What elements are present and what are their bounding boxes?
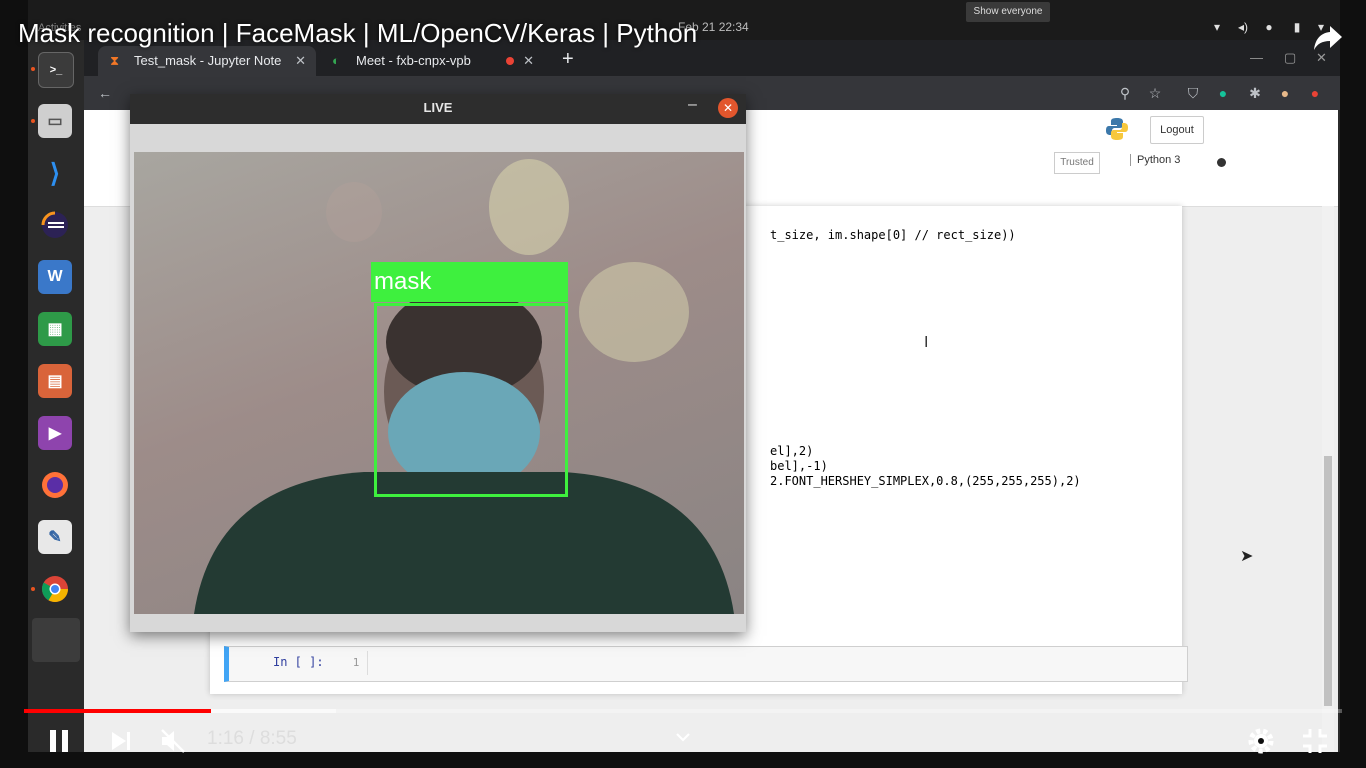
time-display: 1:16 / 8:55 <box>207 728 297 749</box>
text-cursor-icon: I <box>924 334 929 351</box>
live-window-title: LIVE <box>130 94 746 124</box>
next-icon[interactable] <box>106 726 136 756</box>
pause-icon[interactable] <box>44 726 74 756</box>
minimize-icon[interactable]: – <box>688 96 697 114</box>
empty-code-cell[interactable]: In [ ]: 1 <box>224 646 1188 682</box>
logout-button[interactable]: Logout <box>1150 116 1204 144</box>
videos-icon[interactable]: ▶ <box>38 416 72 450</box>
update-icon[interactable]: ● <box>1306 84 1324 102</box>
running-indicator <box>31 67 35 71</box>
tab-label: Test_mask - Jupyter Note <box>134 53 282 68</box>
eclipse-icon[interactable] <box>38 208 72 242</box>
wifi-icon[interactable]: ▾ <box>1210 20 1224 34</box>
close-icon[interactable]: ✕ <box>523 46 534 76</box>
progress-played <box>24 709 212 713</box>
share-icon[interactable] <box>1312 22 1344 52</box>
code-line: 2.FONT_HERSHEY_SIMPLEX,0.8,(255,255,255)… <box>770 474 1081 488</box>
battery-icon[interactable]: ▮ <box>1290 20 1304 34</box>
mic-icon[interactable]: ● <box>1262 20 1276 34</box>
close-icon[interactable]: ✕ <box>718 98 738 118</box>
mouse-pointer-icon: ➤ <box>1240 548 1254 565</box>
trusted-badge[interactable]: Trusted <box>1054 152 1100 174</box>
python-logo-icon <box>1106 118 1128 140</box>
grammarly-icon[interactable]: ● <box>1214 84 1232 102</box>
app-grid-icon[interactable] <box>32 618 80 662</box>
files-icon[interactable]: ▭ <box>38 104 72 138</box>
star-icon[interactable]: ☆ <box>1146 84 1164 102</box>
vscode-icon[interactable]: ⟩ <box>38 156 72 190</box>
scrollbar-thumb[interactable] <box>1324 456 1332 706</box>
maximize-icon[interactable]: ▢ <box>1284 50 1296 66</box>
video-frame[interactable]: Activities Feb 21 22:34 Show everyone ▾ … <box>28 0 1340 752</box>
webcam-feed: mask <box>134 152 744 614</box>
running-indicator <box>31 119 35 123</box>
chevron-down-icon[interactable] <box>674 728 692 746</box>
cell-prompt: In [ ]: <box>273 655 324 669</box>
close-window-icon[interactable]: ✕ <box>1316 50 1327 66</box>
terminal-icon[interactable]: >_ <box>38 52 74 88</box>
show-everyone-button[interactable]: Show everyone <box>966 2 1050 22</box>
mute-icon[interactable] <box>158 726 188 756</box>
live-window[interactable]: LIVE – ✕ mask <box>130 94 746 632</box>
writer-icon[interactable]: W <box>38 260 72 294</box>
code-line: bel],-1) <box>770 459 828 473</box>
hourglass-icon: ⧗ <box>110 53 120 68</box>
kernel-status-indicator <box>1217 158 1226 167</box>
tab-meet[interactable]: ◐ Meet - fxb-cnpx-vpb ✕ <box>320 46 544 76</box>
face-bounding-box <box>374 303 568 497</box>
tab-jupyter[interactable]: ⧗ Test_mask - Jupyter Note ✕ <box>98 46 316 76</box>
chrome-icon[interactable] <box>38 572 72 606</box>
line-number: 1 <box>345 651 368 675</box>
meet-icon: ◐ <box>332 53 340 68</box>
video-title[interactable]: Mask recognition | FaceMask | ML/OpenCV/… <box>18 18 697 49</box>
impress-icon[interactable]: ▤ <box>38 364 72 398</box>
recording-indicator <box>506 57 514 65</box>
kernel-name[interactable]: Python 3 <box>1130 154 1180 166</box>
running-indicator <box>31 587 35 591</box>
shield-icon[interactable]: ⛉ <box>1184 84 1202 102</box>
close-icon[interactable]: ✕ <box>295 46 306 76</box>
firefox-icon[interactable] <box>38 468 72 502</box>
settings-icon[interactable] <box>1246 726 1276 756</box>
search-icon[interactable]: ⚲ <box>1116 84 1134 102</box>
exit-fullscreen-icon[interactable] <box>1300 726 1330 756</box>
text-editor-icon[interactable]: ✎ <box>38 520 72 554</box>
ubuntu-dock: >_ ▭ ⟩ W ▦ ▤ ▶ ✎ <box>28 40 84 752</box>
avatar[interactable]: ● <box>1276 84 1294 102</box>
tab-label: Meet - fxb-cnpx-vpb <box>356 53 471 68</box>
calc-icon[interactable]: ▦ <box>38 312 72 346</box>
detection-label: mask <box>374 268 432 295</box>
new-tab-button[interactable]: + <box>562 48 574 71</box>
minimize-icon[interactable]: — <box>1250 50 1263 65</box>
volume-icon[interactable]: ◂) <box>1236 20 1250 34</box>
code-line: t_size, im.shape[0] // rect_size)) <box>770 228 1016 242</box>
extensions-icon[interactable]: ✱ <box>1246 84 1264 102</box>
code-line: el],2) <box>770 444 814 458</box>
back-icon[interactable]: ← <box>96 84 114 102</box>
